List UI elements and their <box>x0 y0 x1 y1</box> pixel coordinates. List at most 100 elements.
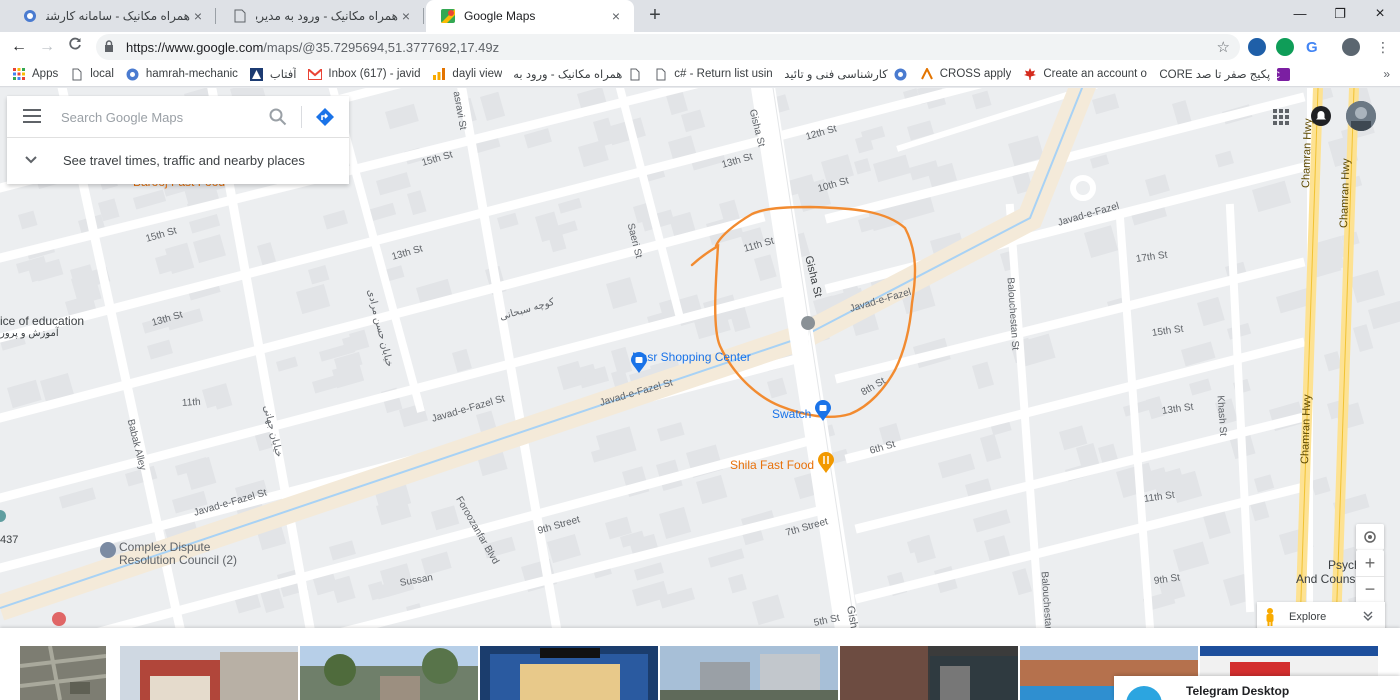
tab-bar: همراه مکانیک - سامانه کارشناسی > × همراه… <box>0 0 1400 32</box>
menu-dots-icon[interactable]: ⋮ <box>1372 36 1394 58</box>
tab-hamrah-karshenasi[interactable]: همراه مکانیک - سامانه کارشناسی > × <box>8 0 216 32</box>
bookmark-hamrah-mechanic[interactable]: hamrah-mechanic <box>126 67 238 81</box>
place-label: Nasr Shopping Center <box>632 350 751 364</box>
bookmark-label: c# - Return list using <box>674 68 773 80</box>
account-avatar[interactable] <box>1346 101 1376 131</box>
map-canvas[interactable]: Gisha St Gisha St Gisha 12th St 13th St … <box>0 88 1400 628</box>
bookmark-label: همراه مکانیک - ورود به <box>514 69 623 81</box>
browser-toolbar: ← → https://www.google.com/maps/@35.7295… <box>0 32 1400 62</box>
travel-times-row[interactable]: See travel times, traffic and nearby pla… <box>7 138 349 184</box>
hamrah-icon <box>22 8 38 24</box>
minimize-icon[interactable]: — <box>1288 4 1312 24</box>
my-location-button[interactable] <box>1356 524 1384 550</box>
close-icon[interactable]: × <box>190 8 206 24</box>
street-label: 11th <box>181 396 202 409</box>
place-nasr-shopping-center[interactable]: Nasr Shopping Center <box>632 350 751 364</box>
telegram-icon <box>1126 686 1162 700</box>
window-close-icon[interactable]: × <box>1368 4 1392 24</box>
bookmark-label: کارشناسی فنی و تائید <box>784 69 888 81</box>
chevron-down-icon <box>25 154 37 164</box>
photo-thumbnail[interactable] <box>480 646 658 700</box>
bookmark-hamrah-login[interactable]: همراه مکانیک - ورود به <box>514 67 642 81</box>
divider <box>301 106 302 128</box>
telegram-notification[interactable]: Telegram Desktop <box>1114 676 1400 700</box>
google-icon[interactable]: G <box>1303 38 1321 56</box>
zoom-out-button[interactable]: − <box>1356 577 1384 604</box>
bookmark-label: hamrah-mechanic <box>145 68 238 80</box>
bookmark-cross-apply[interactable]: CROSS apply <box>920 67 1011 81</box>
tab-title: همراه مکانیک - سامانه کارشناسی > <box>46 9 190 23</box>
bookmarks-overflow-icon[interactable]: » <box>1383 67 1390 81</box>
notifications-icon[interactable] <box>1311 106 1331 126</box>
search-input[interactable] <box>61 104 261 130</box>
bookmark-create-account[interactable]: Create an account or <box>1023 67 1147 81</box>
street-label: Chamran Hwy <box>1300 118 1315 189</box>
telegram-title: Telegram Desktop <box>1186 684 1290 698</box>
place-shila-fast-food[interactable]: Shila Fast Food <box>730 458 814 472</box>
street-label: Chamran Hwy <box>1299 394 1314 465</box>
svg-text:C: C <box>1277 70 1281 80</box>
place-label: ice of education <box>0 314 85 328</box>
reload-icon[interactable] <box>64 36 86 58</box>
place-marker-icon[interactable] <box>52 612 66 626</box>
bookmark-return-list[interactable]: c# - Return list using <box>654 67 772 81</box>
close-icon[interactable]: × <box>608 8 624 24</box>
bookmark-local[interactable]: local <box>70 67 114 81</box>
analytics-icon <box>432 67 446 81</box>
close-icon[interactable]: × <box>398 8 414 24</box>
place-label: Complex Dispute Resolution Council (2) <box>119 540 238 567</box>
cross-icon <box>920 67 934 81</box>
photo-thumbnail[interactable] <box>120 646 298 700</box>
street-label: Chamran Hwy <box>1338 158 1353 229</box>
zoom-in-button[interactable]: + <box>1356 550 1384 577</box>
page-icon <box>70 67 84 81</box>
photo-thumbnail[interactable] <box>660 646 838 700</box>
shopping-marker-icon[interactable] <box>630 352 648 374</box>
google-apps-icon[interactable] <box>1272 108 1290 126</box>
apps-grid-icon <box>12 67 26 81</box>
photo-thumbnail[interactable] <box>840 646 1018 700</box>
place-complex-dispute[interactable]: Complex Dispute Resolution Council (2) <box>119 541 249 567</box>
extension-green-icon[interactable] <box>1276 38 1294 56</box>
bookmark-aftab[interactable]: آفتاب <box>250 67 297 81</box>
bookmark-apps[interactable]: Apps <box>12 67 58 81</box>
bookmark-karshenasi[interactable]: کارشناسی فنی و تائید <box>784 67 907 81</box>
bookmark-label: آفتاب <box>269 69 297 81</box>
place-office-of-education[interactable]: ice of education <box>0 314 84 328</box>
lock-icon <box>104 39 118 55</box>
tab-google-maps[interactable]: Google Maps × <box>426 0 634 32</box>
bookmark-label: Create an account or <box>1043 68 1148 80</box>
bookmark-core[interactable]: C پکیج صفر تا صد CORE <box>1159 67 1290 81</box>
bookmark-label: local <box>90 68 114 80</box>
new-tab-button[interactable]: + <box>644 5 666 27</box>
restore-icon[interactable]: ❐ <box>1328 4 1352 24</box>
place-label-fa: آموزش و پرور <box>0 328 59 339</box>
hamrah-icon <box>894 67 908 81</box>
bookmark-label: پکیج صفر تا صد CORE <box>1159 69 1271 81</box>
hamburger-menu-icon[interactable] <box>23 109 41 123</box>
place-number-label: 437 <box>0 534 19 546</box>
extension-icon[interactable] <box>1248 38 1266 56</box>
place-counseling[interactable]: And Couns <box>1296 572 1355 586</box>
bookmark-star-icon[interactable]: ☆ <box>1217 38 1230 56</box>
government-marker-icon[interactable] <box>100 542 116 558</box>
explore-button[interactable]: Explore <box>1257 602 1385 628</box>
search-row <box>7 96 349 138</box>
directions-icon[interactable] <box>315 107 335 127</box>
gmail-icon <box>308 67 323 81</box>
satellite-thumbnail[interactable] <box>20 646 106 700</box>
photo-thumbnail[interactable] <box>300 646 478 700</box>
address-bar[interactable]: https://www.google.com/maps/@35.7295694,… <box>96 34 1240 60</box>
forward-icon[interactable]: → <box>36 36 58 58</box>
place-swatch[interactable]: Swatch <box>772 407 811 421</box>
bookmark-inbox[interactable]: Inbox (617) - javid.as <box>308 67 420 81</box>
place-label: Swatch <box>772 407 812 421</box>
profile-avatar[interactable] <box>1342 38 1360 56</box>
search-icon[interactable] <box>269 108 287 126</box>
shopping-marker-icon[interactable] <box>814 400 832 422</box>
restaurant-marker-icon[interactable] <box>817 452 835 474</box>
back-icon[interactable]: ← <box>8 36 30 58</box>
tab-hamrah-admin[interactable]: همراه مکانیک - ورود به مدیریت × <box>218 0 424 32</box>
hamrah-icon <box>126 67 140 81</box>
bookmark-dayli-view[interactable]: dayli view <box>432 67 502 81</box>
